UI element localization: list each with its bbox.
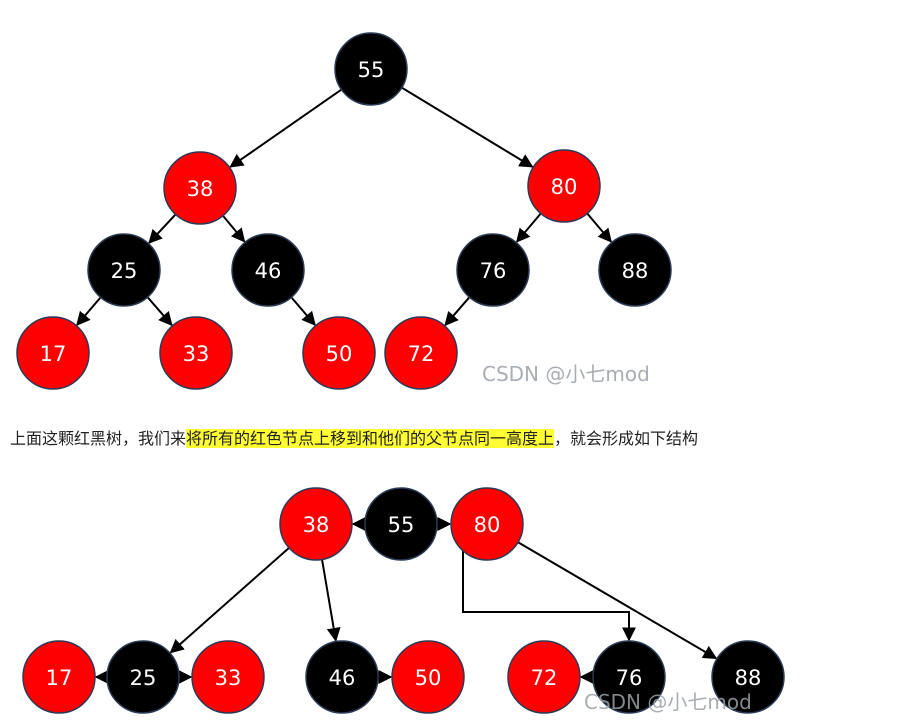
- node-t2-50: 50: [391, 640, 465, 714]
- edge-t1-25-to-t1-17: [76, 296, 102, 326]
- node-t2-25: 25: [106, 640, 180, 714]
- edge-t1-46-to-t1-50: [290, 296, 316, 326]
- edge-t1-38-to-t1-25: [148, 213, 177, 244]
- node-t1-17: 17: [16, 316, 90, 390]
- node-label-t1-46: 46: [255, 259, 282, 283]
- node-label-t2-80: 80: [474, 513, 501, 537]
- node-label-t2-17: 17: [46, 666, 73, 690]
- node-label-t1-38: 38: [187, 177, 214, 201]
- node-label-t2-88: 88: [735, 666, 762, 690]
- node-t1-50: 50: [302, 316, 376, 390]
- node-t2-38: 38: [279, 487, 353, 561]
- edge-t1-80-to-t1-88: [586, 212, 613, 243]
- caption-suffix: ，就会形成如下结构: [554, 429, 699, 448]
- node-t1-38: 38: [163, 151, 237, 225]
- node-t1-33: 33: [159, 316, 233, 390]
- node-label-t2-33: 33: [215, 666, 242, 690]
- node-t1-80: 80: [527, 149, 601, 223]
- edge-t1-38-to-t1-46: [222, 215, 246, 243]
- diagram-canvas: 55 38 80 25 46 76 88 17 33 50 72 38 55 80 17 25 33 46 50 7…: [16, 32, 785, 714]
- node-t1-55: 55: [334, 32, 408, 106]
- node-label-t2-38: 38: [303, 513, 330, 537]
- node-label-t1-76: 76: [480, 259, 507, 283]
- caption-highlight: 将所有的红色节点上移到和他们的父节点同一高度上: [186, 429, 555, 448]
- node-t2-17: 17: [22, 640, 96, 714]
- node-label-t2-50: 50: [415, 666, 442, 690]
- node-t1-72: 72: [384, 316, 458, 390]
- node-label-t1-72: 72: [408, 342, 435, 366]
- watermark-top: CSDN @小七mod: [482, 362, 650, 386]
- caption-text: 上面这颗红黑树，我们来将所有的红色节点上移到和他们的父节点同一高度上，就会形成如…: [10, 427, 698, 451]
- node-label-t1-33: 33: [183, 342, 210, 366]
- node-label-t1-25: 25: [111, 259, 138, 283]
- node-label-t1-55: 55: [358, 58, 385, 82]
- node-label-t2-46: 46: [329, 666, 356, 690]
- node-label-t1-17: 17: [40, 342, 67, 366]
- edge-t1-25-to-t1-33: [146, 296, 173, 327]
- node-t2-46: 46: [305, 640, 379, 714]
- node-t1-46: 46: [231, 233, 305, 307]
- node-label-t2-55: 55: [388, 513, 415, 537]
- edge-t1-55-to-t1-80: [401, 86, 534, 168]
- node-label-t2-25: 25: [130, 666, 157, 690]
- edge-t2-38-to-t2-25: [169, 547, 290, 654]
- node-label-t1-80: 80: [551, 175, 578, 199]
- red-black-tree-diagram: 55 38 80 25 46 76 88 17 33 50 72: [16, 32, 672, 390]
- edge-t2-80-to-t2-76: [462, 550, 636, 642]
- node-t1-76: 76: [456, 233, 530, 307]
- edge-t1-80-to-t1-76: [515, 212, 542, 243]
- merged-node-tree-diagram: 38 55 80 17 25 33 46 50 72 76 88: [22, 487, 785, 714]
- edge-t1-76-to-t1-72: [444, 296, 471, 327]
- node-t2-33: 33: [191, 640, 265, 714]
- node-t1-88: 88: [598, 233, 672, 307]
- node-t2-55: 55: [364, 487, 438, 561]
- node-label-t1-50: 50: [326, 342, 353, 366]
- watermark-bottom: CSDN @小七mod: [584, 690, 752, 714]
- caption-prefix: 上面这颗红黑树，我们来: [10, 429, 187, 448]
- node-t2-72: 72: [507, 640, 581, 714]
- node-label-t2-72: 72: [531, 666, 558, 690]
- edge-t2-38-to-t2-46: [321, 559, 341, 642]
- node-label-t2-76: 76: [616, 666, 643, 690]
- node-t2-80: 80: [450, 487, 524, 561]
- edge-t1-55-to-t1-38: [229, 88, 343, 168]
- node-t1-25: 25: [87, 233, 161, 307]
- node-label-t1-88: 88: [622, 259, 649, 283]
